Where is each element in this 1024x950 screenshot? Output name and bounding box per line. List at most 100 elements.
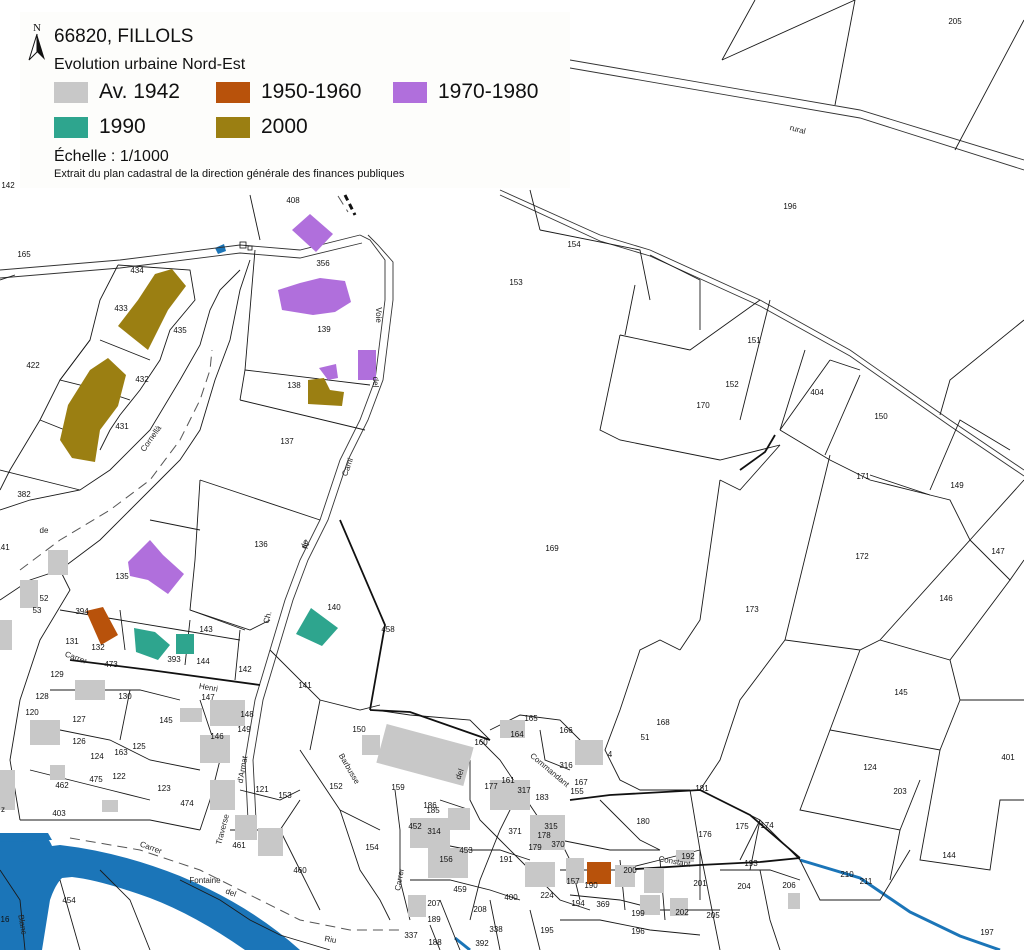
stream-east: [799, 858, 1001, 950]
legend-item-pre-1942: Av. 1942: [54, 80, 180, 104]
parcel-label: 142: [1, 181, 15, 190]
parcel-label: 473: [104, 660, 118, 669]
parcel-label: 210: [840, 870, 854, 879]
parcel-label: 316: [559, 761, 573, 770]
street-label: del: [224, 887, 237, 899]
parcel-label: 204: [737, 882, 751, 891]
parcel-label: 169: [545, 544, 559, 553]
parcel-label: 150: [874, 412, 888, 421]
street-label: Commandant: [528, 751, 571, 789]
legend-swatch: [393, 81, 427, 103]
parcel-label: 140: [327, 603, 341, 612]
parcel-label: 173: [745, 605, 759, 614]
parcel-label: 196: [783, 202, 797, 211]
parcel-label: 135: [115, 572, 129, 581]
parcel-label: 130: [118, 692, 132, 701]
parcel-label: 193: [744, 859, 758, 868]
parcel-label: 453: [459, 846, 473, 855]
parcel-label: 205: [948, 17, 962, 26]
parcel-label: 149: [950, 481, 964, 490]
legend-label: Av. 1942: [99, 80, 180, 103]
parcel-label: 196: [631, 927, 645, 936]
parcel-label: 147: [991, 547, 1005, 556]
parcel-label: 191: [499, 855, 513, 864]
parcel-label: 141: [298, 681, 312, 690]
street-label: rural: [789, 123, 807, 136]
parcel-label: 393: [167, 655, 181, 664]
parcel-label: 224: [540, 891, 554, 900]
parcel-label: 460: [293, 866, 307, 875]
parcel-label: 139: [317, 325, 331, 334]
legend-label: 1950-1960: [261, 80, 362, 103]
parcel-label: 144: [942, 851, 956, 860]
parcel-label: 148: [240, 710, 254, 719]
parcel-label: 188: [428, 938, 442, 947]
parcel-label: 474: [180, 799, 194, 808]
parcel-label: 153: [278, 791, 292, 800]
parcel-label: 157: [566, 877, 580, 886]
parcel-label: 208: [473, 905, 487, 914]
parcel-label: 163: [114, 748, 128, 757]
parcel-label: 171: [856, 472, 870, 481]
parcel-label: 151: [747, 336, 761, 345]
parcel-label: 475: [89, 775, 103, 784]
parcel-label: 129: [50, 670, 64, 679]
parcel-label: 433: [114, 304, 128, 313]
street-label: Riu: [324, 934, 337, 945]
parcel-label: 178: [537, 831, 551, 840]
legend-swatch: [216, 81, 250, 103]
parcel-label: 181: [695, 784, 709, 793]
parcel-label: 392: [475, 939, 489, 948]
parcel-label: 371: [508, 827, 522, 836]
parcel-label: 161: [501, 776, 515, 785]
parcel-label: 121: [255, 785, 269, 794]
parcel-label: 123: [157, 784, 171, 793]
parcel-label: 164: [510, 730, 524, 739]
parcel-label: 149: [237, 725, 251, 734]
street-label: Barbusse: [337, 752, 362, 786]
parcel-label: 127: [72, 715, 86, 724]
parcel-label: 199: [631, 909, 645, 918]
parcel-label: 141: [0, 543, 10, 552]
legend-item-1970-1980: 1970-1980: [393, 80, 538, 104]
parcel-label: 152: [725, 380, 739, 389]
street-label: Carrer: [64, 650, 89, 666]
parcel-label: 136: [254, 540, 268, 549]
parcel-label: 122: [112, 772, 126, 781]
street-label: del: [371, 377, 380, 388]
parcel-label: 458: [381, 625, 395, 634]
parcel-label: 126: [72, 737, 86, 746]
parcel-label: 153: [509, 278, 523, 287]
parcel-label: 189: [427, 915, 441, 924]
parcel-label: 314: [427, 827, 441, 836]
parcel-label: 315: [544, 822, 558, 831]
legend-label: 1990: [99, 115, 146, 138]
parcel-label: 124: [863, 763, 877, 772]
legend-panel: N 66820, FILLOLS Evolution urbaine Nord-…: [20, 12, 570, 188]
map-scale: Échelle : 1/1000: [54, 148, 169, 165]
parcel-label: 431: [115, 422, 129, 431]
parcel-label: 124: [90, 752, 104, 761]
parcel-label: 338: [489, 925, 503, 934]
parcel-label: 4: [608, 750, 613, 759]
parcel-label: 190: [584, 881, 598, 890]
parcel-label: 369: [596, 900, 610, 909]
street-label: d'Armat: [236, 755, 250, 784]
parcel-label: 203: [893, 787, 907, 796]
parcel-label: 160: [474, 738, 488, 747]
parcel-label: 185: [426, 806, 440, 815]
legend-swatch: [54, 116, 88, 138]
parcel-label: 202: [675, 908, 689, 917]
parcel-label: 155: [570, 787, 584, 796]
parcel-label: 170: [696, 401, 710, 410]
parcel-label: 172: [855, 552, 869, 561]
parcel-label: 143: [199, 625, 213, 634]
legend-swatch: [216, 116, 250, 138]
parcel-label: 146: [939, 594, 953, 603]
parcel-label: 462: [55, 781, 69, 790]
parcel-label: 159: [391, 783, 405, 792]
parcel-label: 166: [559, 726, 573, 735]
street-label: de: [40, 526, 49, 535]
parcel-label: 176: [698, 830, 712, 839]
parcel-label: 180: [636, 817, 650, 826]
